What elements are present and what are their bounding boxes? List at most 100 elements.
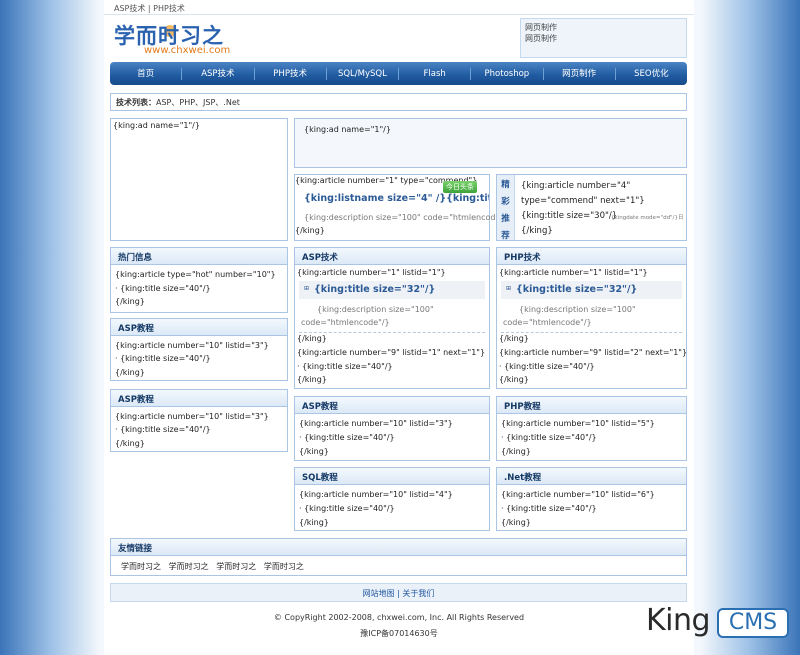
net-tutorial-line-1: {king:article number="10" listid="6"}: [501, 490, 655, 499]
featured-line-2: type="commend" next="1"}: [521, 196, 645, 206]
featured-char-1: 精: [501, 180, 510, 190]
asp-tech-panel: ASP技术 {king:article number="1" listid="1…: [294, 247, 490, 389]
top-link-php[interactable]: PHP技术: [153, 4, 185, 13]
nav-flash[interactable]: Flash: [398, 67, 470, 80]
asp-tutorial-title-1: ASP教程: [111, 319, 287, 336]
php-tech-panel: PHP技术 {king:article number="1" listid="1…: [496, 247, 687, 389]
php-tech-line-6[interactable]: · {king:title size="40"/}: [499, 362, 595, 371]
kingcms-logo-king: King: [646, 603, 711, 638]
headline-close: {/king}: [295, 226, 325, 235]
asp-tutorial-1-line-3: {/king}: [115, 368, 145, 377]
php-tech-title: PHP技术: [497, 248, 686, 265]
featured-line-3[interactable]: {king:title size="30"/}: [521, 211, 617, 221]
header-links-box: 网页制作 网页制作: [520, 18, 687, 58]
sql-tutorial-line-1: {king:article number="10" listid="4"}: [299, 490, 453, 499]
php-tech-big-title[interactable]: {king:title size="32"/}: [516, 284, 637, 295]
tech-list-bar: 技术列表：ASP、PHP、JSP、.Net: [110, 93, 687, 111]
asp-tutorial-2-line-1: {king:article number="10" listid="3"}: [115, 412, 269, 421]
asp-tech-line-7: {/king}: [297, 375, 327, 384]
net-tutorial-line-2[interactable]: · {king:title size="40"/}: [501, 504, 597, 513]
headline-desc: {king:description size="100" code="htmle…: [304, 213, 512, 222]
top-link-asp[interactable]: ASP技术: [114, 4, 145, 13]
asp-tech-desc-2: code="htmlencode"/}: [301, 318, 390, 327]
asp-tutorial-3-line-3: {/king}: [299, 447, 329, 456]
asp-tech-line-1: {king:article number="1" listid="1"}: [297, 268, 446, 277]
friend-links-title: 友情链接: [111, 539, 686, 556]
asp-tutorial-panel-3: ASP教程 {king:article number="10" listid="…: [294, 396, 490, 461]
php-tech-bullet-icon: ⊞: [506, 285, 512, 292]
php-tech-divider: [501, 332, 682, 333]
asp-tutorial-1-line-2[interactable]: · {king:title size="40"/}: [115, 354, 211, 363]
nav-asp[interactable]: ASP技术: [181, 67, 253, 80]
php-tech-line-5: {king:article number="9" listid="2" next…: [499, 348, 688, 357]
asp-tech-big-title[interactable]: {king:title size="32"/}: [314, 284, 435, 295]
asp-tutorial-1-line-1: {king:article number="10" listid="3"}: [115, 341, 269, 350]
headline-tag: 今日头条: [443, 181, 477, 193]
header-link-2[interactable]: 网页制作: [525, 33, 605, 44]
asp-tech-title: ASP技术: [295, 248, 489, 265]
net-tutorial-title: .Net教程: [497, 468, 686, 485]
left-ad-box: {king:ad name="1"/}: [110, 118, 288, 241]
right-ad-code: {king:ad name="1"/}: [304, 125, 391, 134]
hot-title: 热门信息: [111, 248, 287, 265]
asp-tutorial-3-line-2[interactable]: · {king:title size="40"/}: [299, 433, 395, 442]
headline-box: {king:article number="1" type="commend"}…: [294, 174, 512, 241]
nav-seo[interactable]: SEO优化: [614, 67, 687, 80]
friend-links-list: 学而时习之 学而时习之 学而时习之 学而时习之: [121, 561, 304, 572]
hot-line-3: {/king}: [115, 297, 145, 306]
logo-url: www.chxwei.com: [144, 45, 231, 56]
asp-tutorial-panel-2: ASP教程 {king:article number="10" listid="…: [110, 389, 288, 452]
kingcms-logo-cms: CMS: [717, 608, 789, 638]
asp-tech-divider: [299, 332, 485, 333]
asp-tech-desc-1: {king:description size="100": [317, 305, 434, 314]
tech-list-label: 技术列表：: [116, 98, 156, 107]
asp-tech-line-5: {king:article number="9" listid="1" next…: [297, 348, 486, 357]
asp-tutorial-title-3: ASP教程: [295, 397, 489, 414]
featured-line-4: {/king}: [521, 226, 553, 236]
sitemap-link[interactable]: 网站地图: [363, 589, 395, 598]
top-sep: |: [147, 4, 151, 13]
featured-char-4: 荐: [501, 231, 510, 241]
friend-link[interactable]: 学而时习之: [169, 562, 209, 571]
php-tutorial-line-3: {/king}: [501, 447, 531, 456]
nav-webdesign[interactable]: 网页制作: [542, 67, 615, 80]
featured-char-2: 彩: [501, 197, 510, 207]
php-tech-desc-2: code="htmlencode"/}: [503, 318, 592, 327]
net-tutorial-line-3: {/king}: [501, 518, 531, 527]
featured-side-label: 精 彩 推 荐: [497, 175, 515, 240]
asp-tutorial-2-line-2[interactable]: · {king:title size="40"/}: [115, 425, 211, 434]
copyright-text: © CopyRight 2002-2008, chxwei.com, Inc. …: [273, 613, 525, 622]
friend-link[interactable]: 学而时习之: [216, 562, 256, 571]
about-link[interactable]: 关于我们: [402, 589, 434, 598]
nav-home[interactable]: 首页: [110, 68, 181, 80]
featured-box: 精 彩 推 荐 {king:article number="4" type="c…: [496, 174, 687, 241]
asp-tutorial-panel-1: ASP教程 {king:article number="10" listid="…: [110, 318, 288, 381]
hot-line-2[interactable]: · {king:title size="40"/}: [115, 284, 211, 293]
nav-sql[interactable]: SQL/MySQL: [325, 67, 398, 80]
left-ad-code: {king:ad name="1"/}: [113, 121, 200, 130]
php-tutorial-line-2[interactable]: · {king:title size="40"/}: [501, 433, 597, 442]
featured-line-1: {king:article number="4": [521, 181, 631, 191]
sql-tutorial-line-2[interactable]: · {king:title size="40"/}: [299, 504, 395, 513]
friend-link[interactable]: 学而时习之: [121, 562, 161, 571]
php-tutorial-title: PHP教程: [497, 397, 686, 414]
page: ASP技术 | PHP技术 学而时习之 www.chxwei.com 网页制作 …: [104, 0, 694, 655]
icp-text: 豫ICP备07014630号: [360, 629, 438, 638]
asp-tech-bullet-icon: ⊞: [304, 285, 310, 292]
friend-link[interactable]: 学而时习之: [264, 562, 304, 571]
main-nav: 首页 ASP技术 PHP技术 SQL/MySQL Flash Photoshop…: [110, 62, 687, 85]
asp-tutorial-3-line-1: {king:article number="10" listid="3"}: [299, 419, 453, 428]
asp-tutorial-title-2: ASP教程: [111, 390, 287, 407]
featured-char-3: 推: [501, 214, 510, 224]
right-ad-box: {king:ad name="1"/}: [294, 118, 687, 168]
headline-title[interactable]: {king:listname size="4" /}{king:title si…: [304, 193, 489, 204]
asp-tech-line-6[interactable]: · {king:title size="40"/}: [297, 362, 393, 371]
php-tutorial-line-1: {king:article number="10" listid="5"}: [501, 419, 655, 428]
sql-tutorial-panel: SQL教程 {king:article number="10" listid="…: [294, 467, 490, 531]
nav-photoshop[interactable]: Photoshop: [470, 67, 542, 80]
php-tech-line-1: {king:article number="1" listid="1"}: [499, 268, 648, 277]
sql-tutorial-line-3: {/king}: [299, 518, 329, 527]
header-link-1[interactable]: 网页制作: [525, 22, 605, 33]
hot-panel: 热门信息 {king:article type="hot" number="10…: [110, 247, 288, 313]
nav-php[interactable]: PHP技术: [253, 67, 326, 80]
